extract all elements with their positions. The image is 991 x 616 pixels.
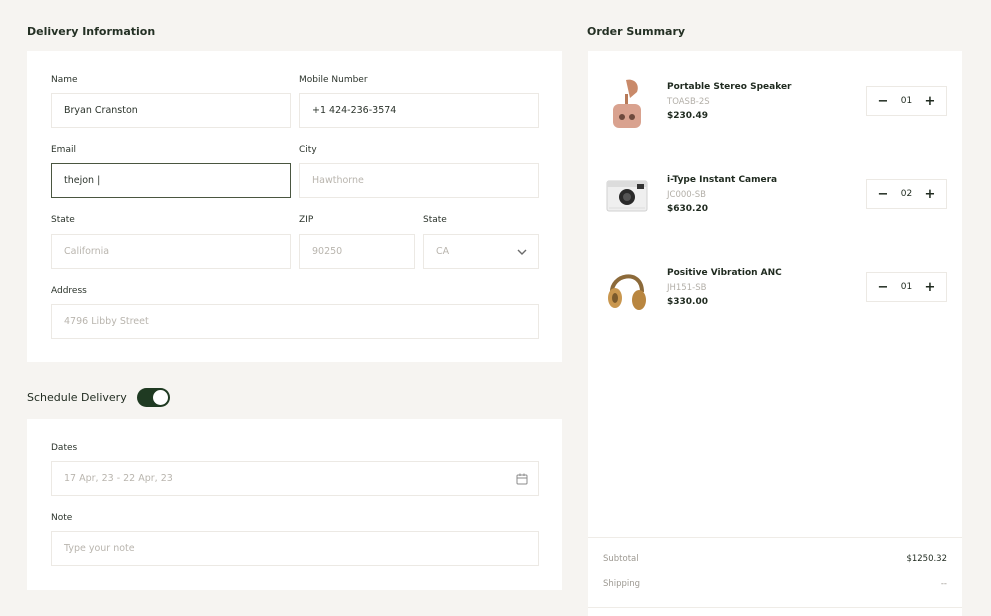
quantity-value: 01 — [900, 96, 913, 106]
quantity-value: 02 — [900, 189, 913, 199]
plus-icon[interactable]: + — [924, 94, 936, 109]
name-label: Name — [51, 75, 78, 85]
dates-value: 17 Apr, 23 - 22 Apr, 23 — [64, 473, 173, 484]
item-sku: JH151-SB — [667, 283, 707, 293]
camera-icon — [604, 169, 650, 227]
note-field[interactable]: Type your note — [51, 531, 539, 566]
item-sku: TOASB-2S — [667, 97, 710, 107]
state-select[interactable]: CA — [423, 234, 539, 269]
quantity-stepper: − 01 + — [866, 272, 947, 302]
subtotal-value: $1250.32 — [906, 554, 947, 564]
item-sku: JC000-SB — [667, 190, 706, 200]
shipping-label: Shipping — [603, 579, 641, 589]
state-select-label: State — [423, 215, 447, 225]
item-name: Portable Stereo Speaker — [667, 82, 792, 92]
item-price: $630.20 — [667, 204, 708, 214]
item-name: i-Type Instant Camera — [667, 175, 778, 185]
state-select-value: CA — [436, 246, 450, 257]
address-label: Address — [51, 286, 87, 296]
state-label: State — [51, 215, 75, 225]
email-label: Email — [51, 145, 76, 155]
plus-icon[interactable]: + — [924, 187, 936, 202]
delivery-card: Name Bryan Cranston Mobile Number +1 424… — [27, 51, 562, 362]
speaker-icon — [604, 76, 650, 134]
toggle-knob — [153, 390, 168, 405]
subtotal-label: Subtotal — [603, 554, 639, 564]
summary-divider — [588, 537, 962, 538]
minus-icon[interactable]: − — [877, 94, 889, 109]
order-card: Portable Stereo Speaker TOASB-2S $230.49… — [588, 51, 962, 616]
note-label: Note — [51, 513, 73, 523]
shipping-value: -- — [940, 579, 947, 589]
quantity-stepper: − 02 + — [866, 179, 947, 209]
schedule-title: Schedule Delivery — [27, 391, 127, 404]
subtotal-row: Subtotal $1250.32 — [603, 554, 947, 564]
headphones-icon — [604, 262, 650, 320]
calendar-icon[interactable] — [516, 473, 528, 485]
dates-field[interactable]: 17 Apr, 23 - 22 Apr, 23 — [51, 461, 539, 496]
email-field[interactable]: thejon | — [51, 163, 291, 198]
item-price: $230.49 — [667, 111, 708, 121]
name-field[interactable]: Bryan Cranston — [51, 93, 291, 128]
address-field[interactable]: 4796 Libby Street — [51, 304, 539, 339]
delivery-title: Delivery Information — [27, 25, 156, 38]
quantity-value: 01 — [900, 282, 913, 292]
order-item: i-Type Instant Camera JC000-SB $630.20 −… — [588, 169, 962, 229]
minus-icon[interactable]: − — [877, 280, 889, 295]
schedule-card: Dates 17 Apr, 23 - 22 Apr, 23 Note Type … — [27, 419, 562, 590]
plus-icon[interactable]: + — [924, 280, 936, 295]
item-name: Positive Vibration ANC — [667, 268, 782, 278]
order-item: Portable Stereo Speaker TOASB-2S $230.49… — [588, 76, 962, 136]
item-price: $330.00 — [667, 297, 708, 307]
order-title: Order Summary — [587, 25, 686, 38]
order-item: Positive Vibration ANC JH151-SB $330.00 … — [588, 262, 962, 322]
zip-label: ZIP — [299, 215, 314, 225]
city-label: City — [299, 145, 317, 155]
shipping-row: Shipping -- — [603, 579, 947, 589]
city-field[interactable]: Hawthorne — [299, 163, 539, 198]
schedule-toggle[interactable] — [137, 388, 170, 407]
minus-icon[interactable]: − — [877, 187, 889, 202]
state-field[interactable]: California — [51, 234, 291, 269]
chevron-down-icon — [516, 246, 528, 258]
mobile-label: Mobile Number — [299, 75, 368, 85]
dates-label: Dates — [51, 443, 78, 453]
quantity-stepper: − 01 + — [866, 86, 947, 116]
zip-field[interactable]: 90250 — [299, 234, 415, 269]
summary-divider — [588, 607, 962, 608]
mobile-field[interactable]: +1 424-236-3574 — [299, 93, 539, 128]
